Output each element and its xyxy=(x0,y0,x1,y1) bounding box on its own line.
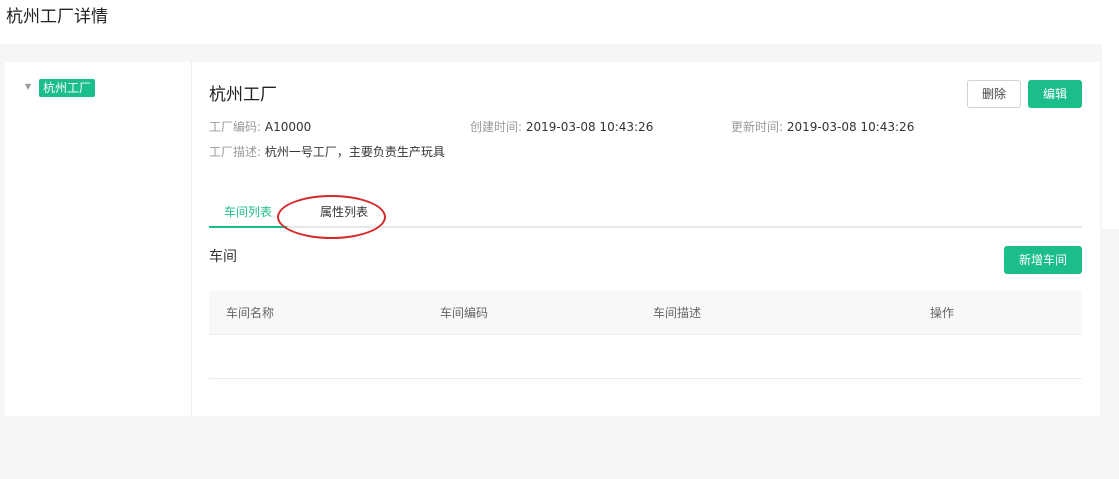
edit-button[interactable]: 编辑 xyxy=(1028,80,1082,108)
table-body-empty xyxy=(209,335,1082,379)
tree-node-root[interactable]: ▼ 杭州工厂 xyxy=(25,77,96,98)
page-title: 杭州工厂详情 xyxy=(6,7,108,27)
column-header-code: 车间编码 xyxy=(440,306,489,320)
add-workshop-button[interactable]: 新增车间 xyxy=(1004,246,1082,274)
factory-description: 工厂描述: 杭州一号工厂，主要负责生产玩具 xyxy=(209,144,445,160)
tab-attribute-list[interactable]: 属性列表 xyxy=(301,198,387,228)
right-strip xyxy=(1102,44,1119,229)
caret-down-icon[interactable]: ▼ xyxy=(25,77,37,97)
factory-description-label: 工厂描述: xyxy=(209,145,262,159)
created-time-label: 创建时间: xyxy=(470,120,523,134)
workshop-section-title: 车间 xyxy=(209,249,237,265)
factory-code-value: A10000 xyxy=(264,120,312,134)
created-time-value: 2019-03-08 10:43:26 xyxy=(525,120,654,134)
tree-node-label[interactable]: 杭州工厂 xyxy=(39,79,96,97)
tab-workshop-list[interactable]: 车间列表 xyxy=(209,198,287,228)
workshop-table: 车间名称 车间编码 车间描述 操作 xyxy=(209,291,1082,379)
column-header-description: 车间描述 xyxy=(653,306,702,320)
column-header-name: 车间名称 xyxy=(226,306,275,320)
page-header: 杭州工厂详情 xyxy=(0,0,1119,44)
created-time: 创建时间: 2019-03-08 10:43:26 xyxy=(470,119,653,135)
factory-tree: ▼ 杭州工厂 xyxy=(5,62,192,416)
detail-card: ▼ 杭州工厂 杭州工厂 删除 编辑 工厂编码: A10000 创建时间: 201… xyxy=(5,62,1100,416)
factory-description-value: 杭州一号工厂，主要负责生产玩具 xyxy=(264,145,445,159)
updated-time: 更新时间: 2019-03-08 10:43:26 xyxy=(731,119,914,135)
factory-name: 杭州工厂 xyxy=(209,85,277,105)
factory-detail: 杭州工厂 删除 编辑 工厂编码: A10000 创建时间: 2019-03-08… xyxy=(192,62,1100,416)
updated-time-value: 2019-03-08 10:43:26 xyxy=(786,120,915,134)
detail-tabs: 车间列表 属性列表 xyxy=(209,198,1082,228)
delete-button[interactable]: 删除 xyxy=(967,80,1021,108)
updated-time-label: 更新时间: xyxy=(731,120,784,134)
table-header: 车间名称 车间编码 车间描述 操作 xyxy=(209,291,1082,335)
factory-code-label: 工厂编码: xyxy=(209,120,262,134)
factory-code: 工厂编码: A10000 xyxy=(209,119,311,135)
column-header-actions: 操作 xyxy=(930,306,955,320)
